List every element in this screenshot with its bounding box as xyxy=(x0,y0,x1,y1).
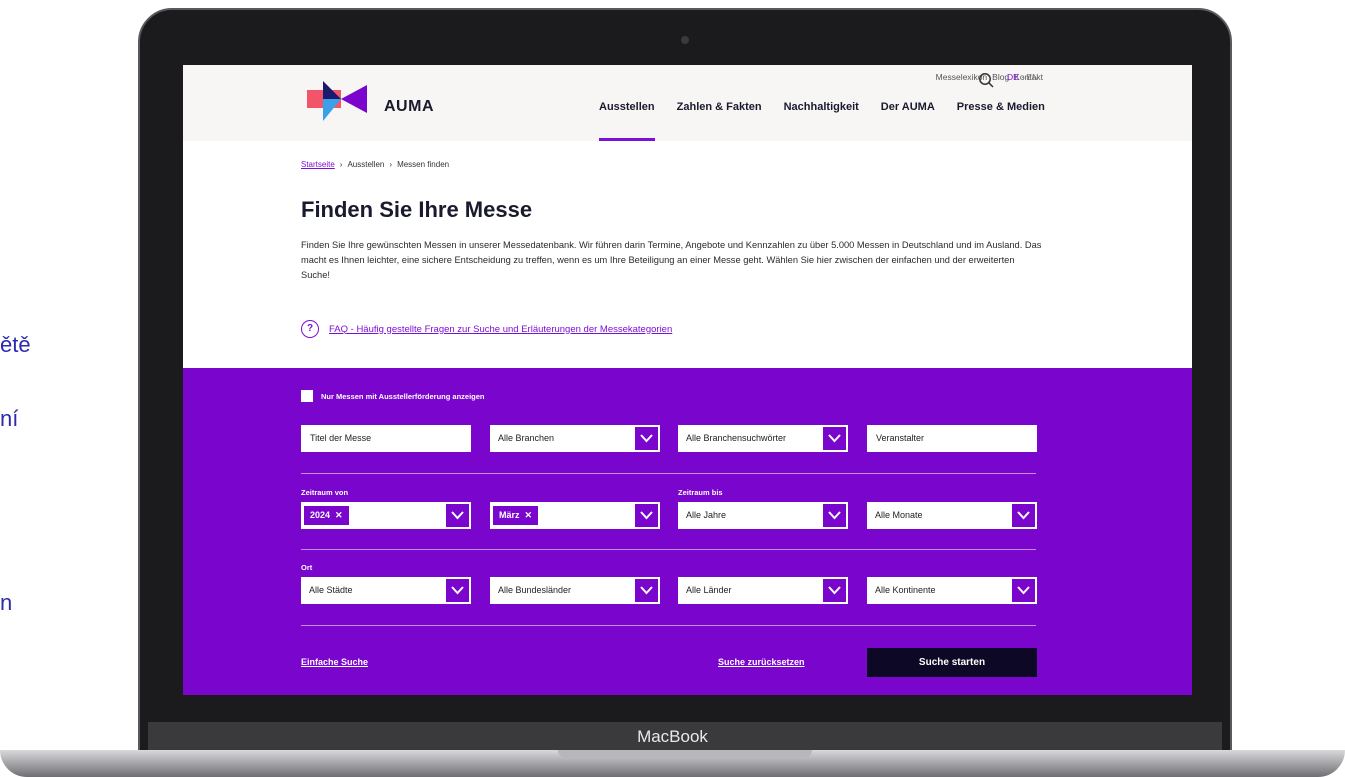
breadcrumb-ausstellen[interactable]: Ausstellen xyxy=(347,160,384,169)
selected-month-tag: März ✕ xyxy=(493,506,539,525)
foerderung-checkbox-label[interactable]: Nur Messen mit Ausstellerförderung anzei… xyxy=(321,392,485,401)
panel-divider xyxy=(301,549,1036,550)
laender-value: Alle Länder xyxy=(686,585,732,595)
breadcrumb-current: Messen finden xyxy=(397,160,450,169)
branchensuchwoerter-select-value: Alle Branchensuchwörter xyxy=(686,433,787,443)
breadcrumb-home[interactable]: Startseite xyxy=(301,160,335,169)
auma-logo-icon[interactable] xyxy=(307,81,367,121)
nav-nachhaltigkeit[interactable]: Nachhaltigkeit xyxy=(784,101,859,113)
zeitraum-bis-label: Zeitraum bis xyxy=(678,488,723,497)
faq-row: ? FAQ - Häufig gestellte Fragen zur Such… xyxy=(301,320,672,338)
chevron-down-icon[interactable] xyxy=(1012,504,1035,527)
chevron-down-icon[interactable] xyxy=(635,579,658,602)
selected-month-value: März xyxy=(499,510,520,520)
panel-divider xyxy=(301,625,1036,626)
simple-search-link[interactable]: Einfache Suche xyxy=(301,657,368,667)
bis-month-value: Alle Monate xyxy=(875,510,923,520)
faq-link[interactable]: FAQ - Häufig gestellte Fragen zur Suche … xyxy=(329,324,672,335)
breadcrumb: Startseite › Ausstellen › Messen finden xyxy=(301,160,449,169)
question-circle-icon: ? xyxy=(301,320,319,338)
branchensuchwoerter-select[interactable]: Alle Branchensuchwörter xyxy=(678,425,848,452)
zeitraum-von-label: Zeitraum von xyxy=(301,488,349,497)
site-header: AUMA Messelexikon Blog Kontakt DE · EN A… xyxy=(183,65,1192,141)
lang-en[interactable]: EN xyxy=(1026,72,1038,82)
remove-tag-icon[interactable]: ✕ xyxy=(525,506,533,525)
von-month-select[interactable]: März ✕ xyxy=(490,502,660,529)
branchen-select-value: Alle Branchen xyxy=(498,433,555,443)
language-switch: DE · EN xyxy=(1007,72,1038,82)
laender-select[interactable]: Alle Länder xyxy=(678,577,848,604)
page-title: Finden Sie Ihre Messe xyxy=(301,197,533,222)
selected-year-tag: 2024 ✕ xyxy=(304,506,349,525)
reset-search-link[interactable]: Suche zurücksetzen xyxy=(718,657,805,667)
selected-year-value: 2024 xyxy=(310,510,331,520)
active-nav-indicator xyxy=(599,138,655,141)
lang-de[interactable]: DE xyxy=(1007,72,1019,82)
breadcrumb-separator: › xyxy=(339,160,343,169)
main-nav: Ausstellen Zahlen & Fakten Nachhaltigkei… xyxy=(599,101,1045,113)
chevron-down-icon[interactable] xyxy=(446,579,469,602)
chevron-down-icon[interactable] xyxy=(1012,579,1035,602)
chevron-down-icon[interactable] xyxy=(635,427,658,450)
foerderung-checkbox-row: Nur Messen mit Ausstellerförderung anzei… xyxy=(301,390,485,402)
von-year-select[interactable]: 2024 ✕ xyxy=(301,502,471,529)
bis-month-select[interactable]: Alle Monate xyxy=(867,502,1037,529)
remove-tag-icon[interactable]: ✕ xyxy=(335,506,343,525)
foerderung-checkbox[interactable] xyxy=(301,390,313,402)
staedte-select[interactable]: Alle Städte xyxy=(301,577,471,604)
chevron-down-icon[interactable] xyxy=(446,504,469,527)
search-panel: Nur Messen mit Ausstellerförderung anzei… xyxy=(183,368,1192,695)
breadcrumb-separator: › xyxy=(389,160,393,169)
device-label: MacBook xyxy=(637,727,708,746)
bis-year-value: Alle Jahre xyxy=(686,510,727,520)
branchen-select[interactable]: Alle Branchen xyxy=(490,425,660,452)
bis-year-select[interactable]: Alle Jahre xyxy=(678,502,848,529)
chevron-down-icon[interactable] xyxy=(823,504,846,527)
laptop-hinge-notch xyxy=(558,750,812,758)
nav-ausstellen[interactable]: Ausstellen xyxy=(599,101,655,113)
browser-screen: AUMA Messelexikon Blog Kontakt DE · EN A… xyxy=(183,65,1192,695)
messe-title-input[interactable]: Titel der Messe xyxy=(301,425,471,452)
veranstalter-input[interactable]: Veranstalter xyxy=(867,425,1037,452)
nav-zahlen-fakten[interactable]: Zahlen & Fakten xyxy=(677,101,762,113)
logo-wordmark[interactable]: AUMA xyxy=(384,98,434,116)
panel-divider xyxy=(301,473,1036,474)
chevron-down-icon[interactable] xyxy=(823,427,846,450)
kontinente-select[interactable]: Alle Kontinente xyxy=(867,577,1037,604)
kontinente-value: Alle Kontinente xyxy=(875,585,936,595)
lang-separator: · xyxy=(1021,72,1025,82)
background-text-1: ětě xyxy=(0,332,31,357)
background-text-3: n xyxy=(0,590,13,615)
chevron-down-icon[interactable] xyxy=(635,504,658,527)
start-search-button[interactable]: Suche starten xyxy=(867,648,1037,677)
nav-der-auma[interactable]: Der AUMA xyxy=(881,101,935,113)
bundeslaender-select[interactable]: Alle Bundesländer xyxy=(490,577,660,604)
bundeslaender-value: Alle Bundesländer xyxy=(498,585,572,595)
ort-label: Ort xyxy=(301,563,313,572)
nav-presse-medien[interactable]: Presse & Medien xyxy=(957,101,1045,113)
search-icon[interactable] xyxy=(978,72,994,88)
staedte-value: Alle Städte xyxy=(309,585,353,595)
camera-icon xyxy=(681,36,689,44)
intro-text: Finden Sie Ihre gewünschten Messen in un… xyxy=(301,240,1042,280)
chevron-down-icon[interactable] xyxy=(823,579,846,602)
background-text-2: ní xyxy=(0,406,19,431)
